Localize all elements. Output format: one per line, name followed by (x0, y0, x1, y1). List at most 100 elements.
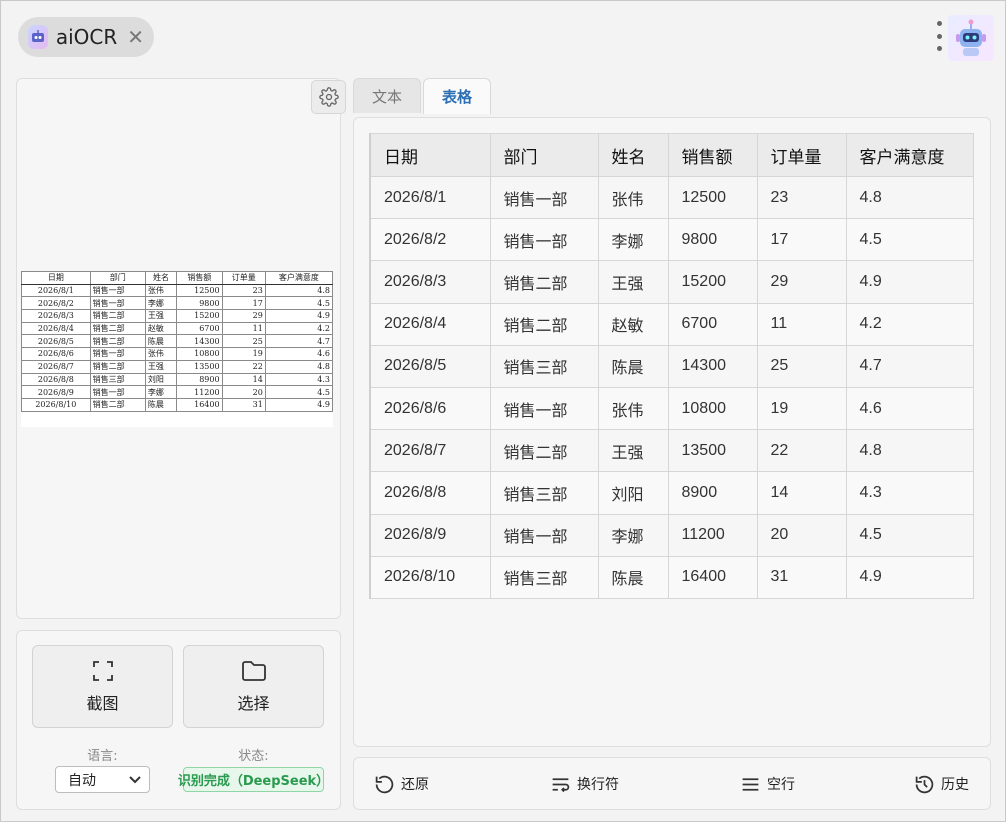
table-cell[interactable]: 16400 (667, 555, 758, 599)
table-cell[interactable]: 2026/8/1 (369, 175, 491, 220)
table-cell[interactable]: 4.2 (845, 302, 974, 346)
table-cell[interactable]: 6700 (667, 302, 758, 346)
column-header[interactable]: 销售额 (667, 133, 758, 177)
table-row[interactable]: 2026/8/6 销售一部 张伟 10800 19 4.6 (369, 386, 974, 431)
table-cell[interactable]: 4.6 (845, 386, 974, 431)
table-cell[interactable]: 2026/8/6 (369, 386, 491, 431)
table-cell[interactable]: 李娜 (597, 513, 669, 557)
table-cell[interactable]: 2026/8/2 (369, 218, 491, 262)
table-cell[interactable]: 2026/8/3 (369, 260, 491, 304)
column-header[interactable]: 客户满意度 (845, 133, 974, 177)
table-cell[interactable]: 王强 (597, 429, 669, 473)
thumb-cell: 销售二部 (89, 309, 146, 323)
screenshot-button[interactable]: 截图 (32, 645, 173, 728)
table-row[interactable]: 2026/8/4 销售二部 赵敏 6700 11 4.2 (369, 302, 974, 346)
thumb-cell: 销售二部 (89, 397, 146, 412)
thumb-cell: 16400 (176, 397, 223, 412)
robot-avatar-icon[interactable] (948, 15, 994, 61)
table-row[interactable]: 2026/8/7 销售二部 王强 13500 22 4.8 (369, 429, 974, 473)
table-cell[interactable]: 2026/8/5 (369, 344, 491, 388)
table-cell[interactable]: 销售一部 (489, 513, 599, 557)
table-cell[interactable]: 31 (756, 555, 847, 599)
result-table[interactable]: 日期 部门 姓名 销售额 订单量 客户满意度 2026/8/1 销售一部 张伟 125… (369, 133, 974, 599)
table-cell[interactable]: 销售一部 (489, 386, 599, 431)
thumb-header-cell: 部门 (89, 271, 146, 285)
table-row[interactable]: 2026/8/2 销售一部 李娜 9800 17 4.5 (369, 218, 974, 262)
table-cell[interactable]: 4.7 (845, 344, 974, 388)
table-cell[interactable]: 14300 (667, 344, 758, 388)
table-cell[interactable]: 2026/8/10 (369, 555, 491, 599)
column-header[interactable]: 部门 (489, 133, 599, 177)
app-title: aiOCR (55, 25, 118, 49)
table-cell[interactable]: 销售二部 (489, 302, 599, 346)
thumb-cell: 销售三部 (89, 372, 146, 387)
table-cell[interactable]: 销售三部 (489, 471, 599, 515)
table-cell[interactable]: 4.5 (845, 218, 974, 262)
table-cell[interactable]: 4.9 (845, 260, 974, 304)
settings-button[interactable] (311, 80, 346, 114)
table-cell[interactable]: 2026/8/7 (369, 429, 491, 473)
table-cell[interactable]: 11200 (667, 513, 758, 557)
table-cell[interactable]: 销售二部 (489, 429, 599, 473)
select-file-button[interactable]: 选择 (183, 645, 324, 728)
table-row[interactable]: 2026/8/1 销售一部 张伟 12500 23 4.8 (369, 175, 974, 220)
table-cell[interactable]: 4.8 (845, 175, 974, 220)
table-row[interactable]: 2026/8/3 销售二部 王强 15200 29 4.9 (369, 260, 974, 304)
language-value: 自动 (68, 772, 96, 789)
table-cell[interactable]: 销售一部 (489, 175, 599, 220)
thumb-cell: 4.5 (264, 296, 334, 311)
table-cell[interactable]: 销售三部 (489, 555, 599, 599)
table-cell[interactable]: 销售一部 (489, 218, 599, 262)
table-cell[interactable]: 13500 (667, 429, 758, 473)
table-cell[interactable]: 20 (756, 513, 847, 557)
column-header[interactable]: 订单量 (756, 133, 847, 177)
table-cell[interactable]: 2026/8/9 (369, 513, 491, 557)
table-cell[interactable]: 赵敏 (597, 302, 669, 346)
table-cell[interactable]: 刘阳 (597, 471, 669, 515)
table-cell[interactable]: 29 (756, 260, 847, 304)
column-header[interactable]: 日期 (369, 133, 491, 177)
tab-table[interactable]: 表格 (423, 78, 491, 114)
table-cell[interactable]: 张伟 (597, 175, 669, 220)
linebreak-button[interactable]: 换行符 (550, 771, 619, 797)
table-cell[interactable]: 17 (756, 218, 847, 262)
table-cell[interactable]: 15200 (667, 260, 758, 304)
table-cell[interactable]: 销售二部 (489, 260, 599, 304)
table-cell[interactable]: 25 (756, 344, 847, 388)
table-row[interactable]: 2026/8/10 销售三部 陈晨 16400 31 4.9 (369, 555, 974, 599)
more-vertical-icon[interactable] (934, 21, 944, 51)
table-cell[interactable]: 4.5 (845, 513, 974, 557)
history-button[interactable]: 历史 (914, 771, 969, 797)
table-cell[interactable]: 8900 (667, 471, 758, 515)
table-row[interactable]: 2026/8/5 销售三部 陈晨 14300 25 4.7 (369, 344, 974, 388)
table-cell[interactable]: 10800 (667, 386, 758, 431)
blankline-button[interactable]: 空行 (740, 771, 795, 797)
table-cell[interactable]: 4.8 (845, 429, 974, 473)
table-row[interactable]: 2026/8/9 销售一部 李娜 11200 20 4.5 (369, 513, 974, 557)
tab-text[interactable]: 文本 (353, 78, 421, 113)
table-cell[interactable]: 4.3 (845, 471, 974, 515)
table-row[interactable]: 2026/8/8 销售三部 刘阳 8900 14 4.3 (369, 471, 974, 515)
table-cell[interactable]: 22 (756, 429, 847, 473)
restore-button[interactable]: 还原 (374, 771, 429, 797)
table-cell[interactable]: 销售三部 (489, 344, 599, 388)
table-cell[interactable]: 2026/8/8 (369, 471, 491, 515)
thumb-cell: 14300 (176, 334, 223, 349)
table-cell[interactable]: 14 (756, 471, 847, 515)
table-cell[interactable]: 张伟 (597, 386, 669, 431)
close-icon[interactable]: ✕ (127, 27, 144, 47)
column-header[interactable]: 姓名 (597, 133, 669, 177)
table-cell[interactable]: 12500 (667, 175, 758, 220)
table-cell[interactable]: 4.9 (845, 555, 974, 599)
table-cell[interactable]: 9800 (667, 218, 758, 262)
table-cell[interactable]: 王强 (597, 260, 669, 304)
table-cell[interactable]: 陈晨 (597, 555, 669, 599)
table-cell[interactable]: 李娜 (597, 218, 669, 262)
table-cell[interactable]: 陈晨 (597, 344, 669, 388)
app-tab-chip[interactable]: aiOCR ✕ (18, 17, 154, 57)
language-select[interactable]: 自动 (55, 766, 150, 793)
table-cell[interactable]: 23 (756, 175, 847, 220)
table-cell[interactable]: 2026/8/4 (369, 302, 491, 346)
table-cell[interactable]: 19 (756, 386, 847, 431)
table-cell[interactable]: 11 (756, 302, 847, 346)
